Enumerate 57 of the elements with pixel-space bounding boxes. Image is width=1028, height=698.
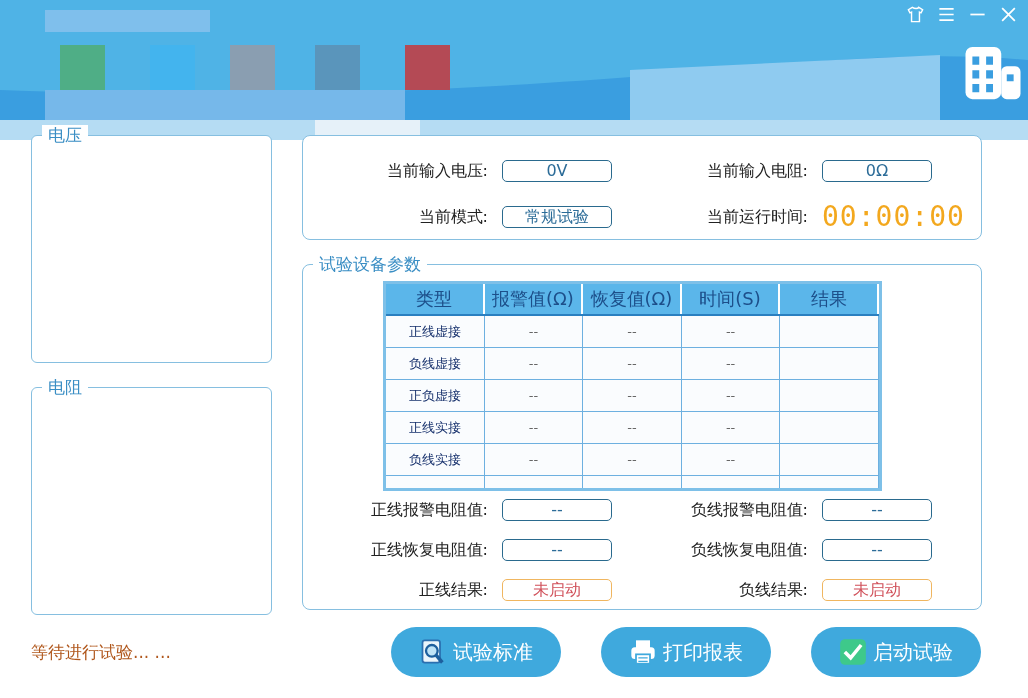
- group-title: 电压: [42, 125, 88, 145]
- field-label: 当前模式:: [417, 206, 488, 228]
- column-header: 类型: [386, 284, 485, 314]
- table-cell: --: [484, 348, 584, 380]
- table-cell: --: [681, 380, 781, 412]
- result-field: 未启动: [502, 579, 612, 601]
- close-icon[interactable]: [999, 5, 1018, 24]
- table-cell: --: [681, 412, 781, 444]
- result-field: 未启动: [822, 579, 932, 601]
- action-button[interactable]: 试验标准: [391, 627, 561, 677]
- table-cell: --: [484, 316, 584, 348]
- table-cell: --: [583, 444, 682, 476]
- table-cell: --: [484, 380, 584, 412]
- checkbox-icon: [839, 638, 867, 666]
- value-field: --: [502, 539, 612, 561]
- value-field: 0Ω: [822, 160, 932, 182]
- action-button[interactable]: 启动试验: [811, 627, 981, 677]
- table-cell: --: [583, 412, 682, 444]
- table-cell: 正线虚接: [386, 316, 485, 348]
- table-cell: --: [583, 380, 682, 412]
- timer-display: 00:00:00: [822, 200, 965, 234]
- table-cell: --: [681, 316, 781, 348]
- value-field: --: [502, 499, 612, 521]
- menu-icon[interactable]: [937, 5, 956, 24]
- field-label: 正线报警电阻值:: [369, 499, 488, 521]
- column-header: 报警值(Ω): [484, 284, 584, 314]
- value-field: 0V: [502, 160, 612, 182]
- field-label: 正线结果:: [417, 579, 488, 601]
- value-field: 常规试验: [502, 206, 612, 228]
- status-text: 等待进行试验... ...: [31, 640, 172, 664]
- value-field: --: [822, 499, 932, 521]
- table-cell: 正负虚接: [386, 380, 485, 412]
- column-header: 时间(S): [681, 284, 781, 314]
- field-label: 当前输入电压:: [385, 160, 488, 182]
- value-field: --: [822, 539, 932, 561]
- table-cell: --: [583, 348, 682, 380]
- group-title: 试验设备参数: [313, 254, 427, 274]
- column-header: 恢复值(Ω): [583, 284, 682, 314]
- table-cell: 正线实接: [386, 412, 485, 444]
- table-cell: --: [484, 444, 584, 476]
- table-cell: 负线实接: [386, 444, 485, 476]
- field-label: 正线恢复电阻值:: [369, 539, 488, 561]
- table-cell: --: [484, 412, 584, 444]
- field-label: 负线报警电阻值:: [689, 499, 808, 521]
- table-cell: --: [681, 444, 781, 476]
- table-cell: --: [583, 316, 682, 348]
- table-cell: 负线虚接: [386, 348, 485, 380]
- column-header: 结果: [780, 284, 879, 314]
- field-label: 负线结果:: [737, 579, 808, 601]
- field-label: 当前运行时间:: [705, 206, 808, 228]
- field-label: 负线恢复电阻值:: [689, 539, 808, 561]
- shirt-icon[interactable]: [906, 5, 925, 24]
- field-label: 当前输入电阻:: [705, 160, 808, 182]
- table-cell: --: [681, 348, 781, 380]
- group-title: 电阻: [42, 377, 88, 397]
- action-button[interactable]: 打印报表: [601, 627, 771, 677]
- printer-icon: [629, 638, 657, 666]
